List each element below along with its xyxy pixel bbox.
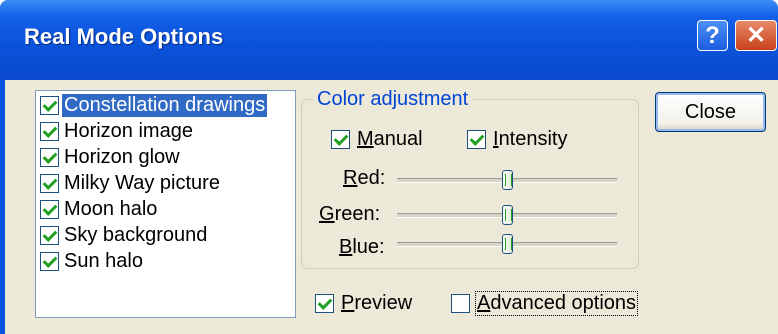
list-item-sky-background[interactable]: Sky background — [40, 223, 209, 248]
blue-label: Blue: — [339, 236, 385, 258]
checkbox-icon[interactable] — [451, 294, 470, 313]
list-item-milky-way-picture[interactable]: Milky Way picture — [40, 171, 222, 196]
green-slider-thumb[interactable] — [501, 205, 513, 225]
checkbox-icon[interactable] — [40, 122, 59, 141]
checkbox-icon[interactable] — [40, 200, 59, 219]
help-button[interactable]: ? — [697, 20, 728, 51]
list-item-label: Horizon glow — [64, 146, 180, 168]
list-item-label: Sun halo — [64, 250, 143, 272]
list-item-constellation-drawings[interactable]: Constellation drawings — [40, 93, 268, 118]
list-item-moon-halo[interactable]: Moon halo — [40, 197, 159, 222]
close-window-button[interactable]: ✕ — [735, 20, 777, 51]
dialog-window: Real Mode Options ? ✕ Constellation draw… — [0, 0, 778, 334]
preview-checkbox[interactable]: Preview — [315, 292, 413, 315]
checkbox-icon[interactable] — [40, 252, 59, 271]
close-icon: ✕ — [745, 22, 767, 49]
color-adjustment-title: Color adjustment — [313, 88, 473, 111]
list-item-label: Sky background — [64, 224, 208, 246]
manual-checkbox[interactable]: Manual — [331, 128, 424, 151]
display-options-list[interactable]: Constellation drawings Horizon image Hor… — [35, 90, 296, 318]
checkbox-icon[interactable] — [40, 96, 59, 115]
intensity-checkbox[interactable]: Intensity — [467, 128, 569, 151]
list-item-label: Milky Way picture — [64, 172, 220, 194]
dialog-client-area: Constellation drawings Horizon image Hor… — [5, 80, 778, 334]
green-label: Green: — [319, 203, 381, 225]
preview-label: Preview — [341, 292, 413, 314]
help-icon: ? — [705, 21, 720, 49]
advanced-options-label: Advanced options — [474, 291, 639, 316]
title-bar[interactable]: Real Mode Options ? ✕ — [0, 0, 778, 80]
list-item-sun-halo[interactable]: Sun halo — [40, 249, 145, 274]
advanced-options-checkbox[interactable]: Advanced options — [451, 291, 639, 316]
window-title: Real Mode Options — [24, 24, 224, 49]
red-label: Red: — [343, 167, 386, 189]
checkbox-icon[interactable] — [40, 174, 59, 193]
red-slider-thumb[interactable] — [501, 170, 513, 190]
list-item-label: Horizon image — [64, 120, 193, 142]
list-item-horizon-image[interactable]: Horizon image — [40, 119, 195, 144]
checkbox-icon[interactable] — [40, 226, 59, 245]
checkbox-icon[interactable] — [467, 130, 486, 149]
list-item-horizon-glow[interactable]: Horizon glow — [40, 145, 182, 170]
checkbox-icon[interactable] — [315, 294, 334, 313]
list-item-label: Moon halo — [64, 198, 158, 220]
manual-label: Manual — [357, 128, 423, 150]
close-button[interactable]: Close — [655, 92, 766, 132]
checkbox-icon[interactable] — [331, 130, 350, 149]
blue-slider-thumb[interactable] — [501, 234, 513, 254]
list-item-label: Constellation drawings — [62, 94, 268, 117]
intensity-label: Intensity — [493, 128, 568, 150]
checkbox-icon[interactable] — [40, 148, 59, 167]
